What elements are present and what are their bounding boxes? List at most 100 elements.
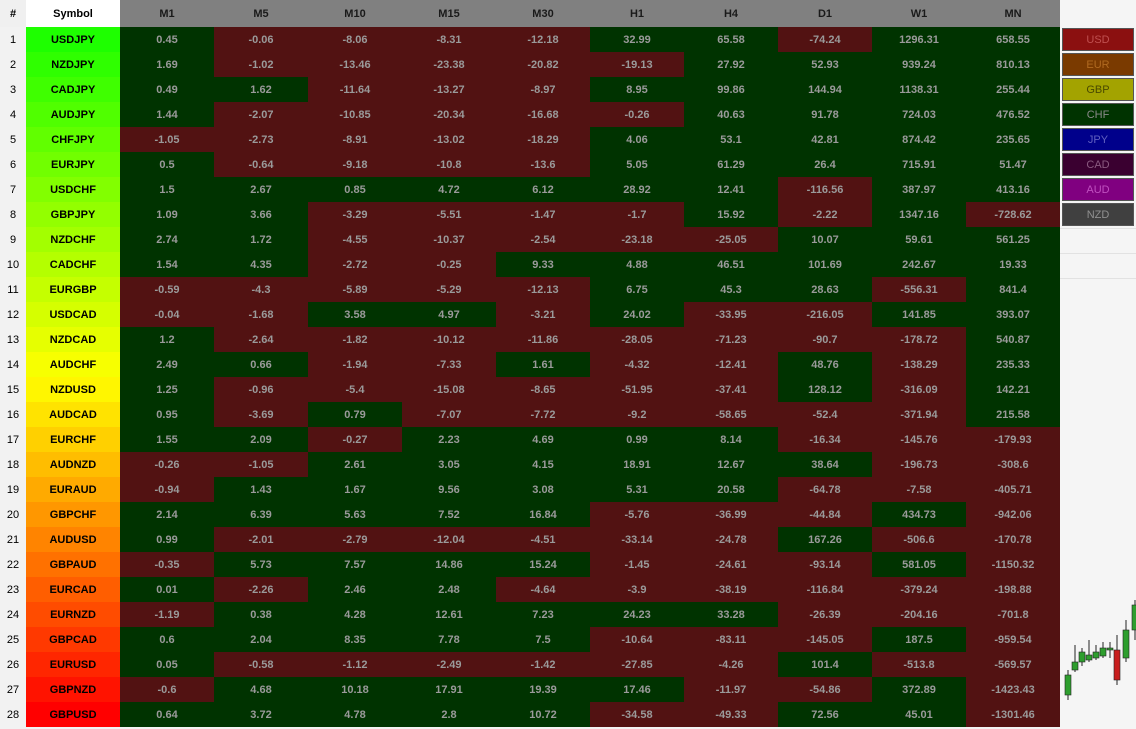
value-cell: -5.4 <box>308 377 402 402</box>
value-cell: 0.49 <box>120 77 214 102</box>
value-cell: -12.18 <box>496 27 590 52</box>
symbol-cell[interactable]: CADJPY <box>26 77 120 102</box>
currency-button-usd[interactable]: USD <box>1062 28 1134 51</box>
value-cell: 561.25 <box>966 227 1060 252</box>
value-cell: -10.12 <box>402 327 496 352</box>
header-symbol[interactable]: Symbol <box>26 0 120 27</box>
value-cell: 4.06 <box>590 127 684 152</box>
symbol-cell[interactable]: EURUSD <box>26 652 120 677</box>
value-cell: -1.68 <box>214 302 308 327</box>
value-cell: -371.94 <box>872 402 966 427</box>
value-cell: -34.58 <box>590 702 684 727</box>
value-cell: -11.97 <box>684 677 778 702</box>
value-cell: -64.78 <box>778 477 872 502</box>
value-cell: -10.37 <box>402 227 496 252</box>
row-number: 25 <box>0 627 26 652</box>
header-timeframe-m10: M10 <box>308 0 402 27</box>
symbol-cell[interactable]: EURJPY <box>26 152 120 177</box>
currency-button-nzd[interactable]: NZD <box>1062 203 1134 226</box>
symbol-cell[interactable]: AUDNZD <box>26 452 120 477</box>
currency-button-eur[interactable]: EUR <box>1062 53 1134 76</box>
value-cell: -5.51 <box>402 202 496 227</box>
value-cell: 12.61 <box>402 602 496 627</box>
header-timeframe-m5: M5 <box>214 0 308 27</box>
symbol-cell[interactable]: GBPNZD <box>26 677 120 702</box>
value-cell: 413.16 <box>966 177 1060 202</box>
value-cell: 40.63 <box>684 102 778 127</box>
symbol-cell[interactable]: CHFJPY <box>26 127 120 152</box>
symbol-cell[interactable]: AUDJPY <box>26 102 120 127</box>
value-cell: -38.19 <box>684 577 778 602</box>
value-cell: 4.68 <box>214 677 308 702</box>
value-cell: -3.29 <box>308 202 402 227</box>
value-cell: -3.21 <box>496 302 590 327</box>
value-cell: 0.05 <box>120 652 214 677</box>
symbol-cell[interactable]: NZDCAD <box>26 327 120 352</box>
value-cell: -405.71 <box>966 477 1060 502</box>
value-cell: -16.68 <box>496 102 590 127</box>
value-cell: -93.14 <box>778 552 872 577</box>
symbol-cell[interactable]: AUDCHF <box>26 352 120 377</box>
value-cell: -1.12 <box>308 652 402 677</box>
header-timeframe-m15: M15 <box>402 0 496 27</box>
symbol-cell[interactable]: NZDCHF <box>26 227 120 252</box>
header-number[interactable]: # <box>0 0 26 27</box>
row-number: 18 <box>0 452 26 477</box>
symbol-cell[interactable]: GBPUSD <box>26 702 120 727</box>
currency-button-jpy[interactable]: JPY <box>1062 128 1134 151</box>
currency-button-gbp[interactable]: GBP <box>1062 78 1134 101</box>
value-cell: 10.72 <box>496 702 590 727</box>
row-number: 12 <box>0 302 26 327</box>
value-cell: 1.5 <box>120 177 214 202</box>
symbol-cell[interactable]: USDJPY <box>26 27 120 52</box>
value-cell: 4.97 <box>402 302 496 327</box>
symbol-cell[interactable]: USDCAD <box>26 302 120 327</box>
value-cell: -556.31 <box>872 277 966 302</box>
value-cell: 28.92 <box>590 177 684 202</box>
value-cell: -0.59 <box>120 277 214 302</box>
value-cell: -0.27 <box>308 427 402 452</box>
value-cell: -15.08 <box>402 377 496 402</box>
value-cell: 141.85 <box>872 302 966 327</box>
value-cell: 8.35 <box>308 627 402 652</box>
value-cell: 0.5 <box>120 152 214 177</box>
symbol-cell[interactable]: CADCHF <box>26 252 120 277</box>
symbol-cell[interactable]: EURNZD <box>26 602 120 627</box>
symbol-cell[interactable]: GBPCAD <box>26 627 120 652</box>
currency-button-cad[interactable]: CAD <box>1062 153 1134 176</box>
value-cell: -12.41 <box>684 352 778 377</box>
value-cell: 7.5 <box>496 627 590 652</box>
value-cell: -24.78 <box>684 527 778 552</box>
value-cell: 7.52 <box>402 502 496 527</box>
currency-button-aud[interactable]: AUD <box>1062 178 1134 201</box>
value-cell: -379.24 <box>872 577 966 602</box>
symbol-cell[interactable]: USDCHF <box>26 177 120 202</box>
value-cell: 476.52 <box>966 102 1060 127</box>
value-cell: -2.73 <box>214 127 308 152</box>
symbol-cell[interactable]: EURCAD <box>26 577 120 602</box>
symbol-cell[interactable]: GBPCHF <box>26 502 120 527</box>
value-cell: 101.4 <box>778 652 872 677</box>
symbol-cell[interactable]: AUDUSD <box>26 527 120 552</box>
symbol-cell[interactable]: NZDJPY <box>26 52 120 77</box>
symbol-cell[interactable]: GBPAUD <box>26 552 120 577</box>
value-cell: 2.8 <box>402 702 496 727</box>
symbol-cell[interactable]: NZDUSD <box>26 377 120 402</box>
symbol-cell[interactable]: EURAUD <box>26 477 120 502</box>
currency-button-chf[interactable]: CHF <box>1062 103 1134 126</box>
row-number: 2 <box>0 52 26 77</box>
candle-body <box>1113 649 1121 681</box>
symbol-cell[interactable]: EURGBP <box>26 277 120 302</box>
value-cell: -12.13 <box>496 277 590 302</box>
value-cell: 28.63 <box>778 277 872 302</box>
symbol-cell[interactable]: EURCHF <box>26 427 120 452</box>
row-number: 24 <box>0 602 26 627</box>
symbol-cell[interactable]: GBPJPY <box>26 202 120 227</box>
value-cell: 12.67 <box>684 452 778 477</box>
value-cell: 4.78 <box>308 702 402 727</box>
value-cell: -2.22 <box>778 202 872 227</box>
value-cell: -216.05 <box>778 302 872 327</box>
symbol-cell[interactable]: AUDCAD <box>26 402 120 427</box>
value-cell: 1.67 <box>308 477 402 502</box>
mini-price-chart[interactable] <box>1060 600 1136 729</box>
